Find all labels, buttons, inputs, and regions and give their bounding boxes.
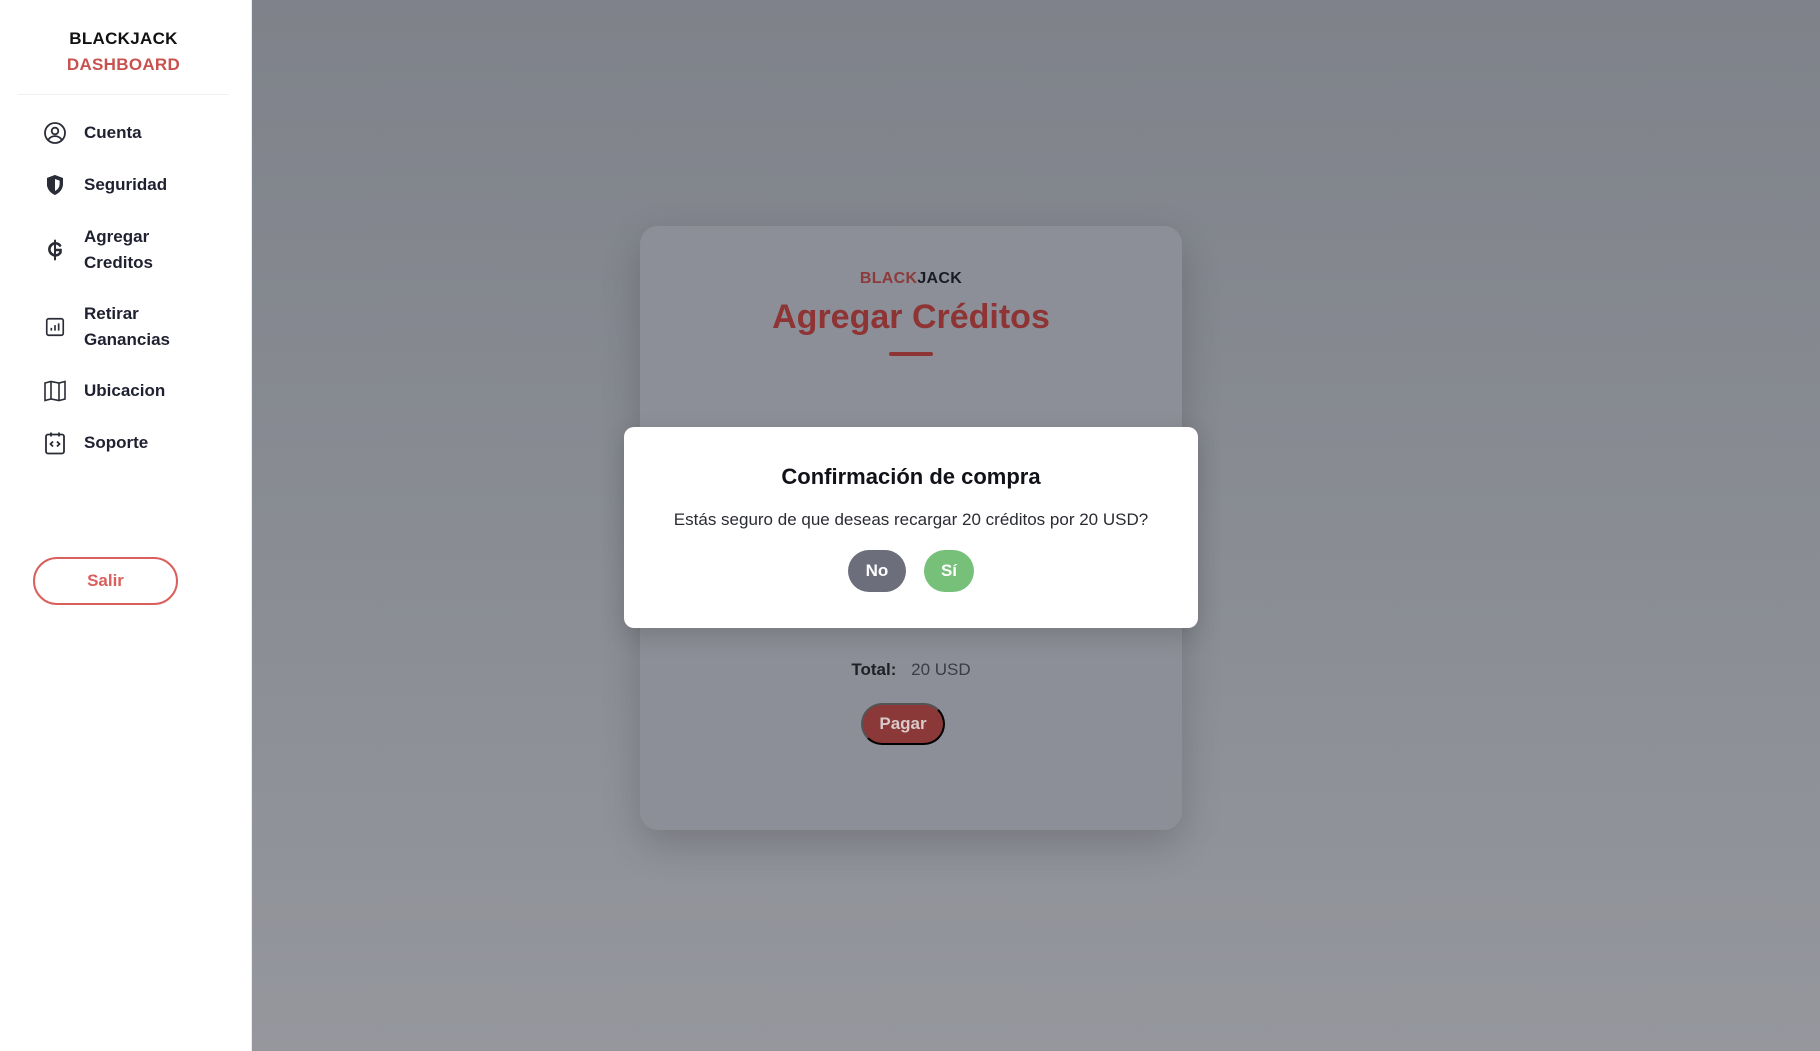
sidebar-item-label: Agregar Creditos: [84, 226, 153, 272]
sidebar-item-label: Soporte: [84, 433, 149, 452]
card-brand-red: BLACK: [859, 270, 918, 287]
confirm-button[interactable]: Sí: [924, 550, 974, 592]
confirm-purchase-dialog: Confirmación de compra Estás seguro de q…: [624, 427, 1198, 628]
sidebar-nav: Cuenta Seguridad Agregar Creditos Retira…: [0, 107, 251, 469]
user-circle-icon: [42, 120, 68, 146]
dialog-title: Confirmación de compra: [781, 464, 1041, 489]
dialog-message: Estás seguro de que deseas recargar 20 c…: [673, 510, 1149, 529]
map-icon: [42, 378, 68, 404]
total-row: Total: 20 USD: [640, 660, 1182, 680]
currency-icon: [42, 237, 68, 263]
sidebar-item-soporte[interactable]: Soporte: [0, 417, 251, 469]
sidebar-item-label: Ubicacion: [84, 381, 166, 400]
dialog-actions: No Sí: [624, 550, 1198, 592]
sidebar-item-label: Retirar Ganancias: [84, 303, 170, 349]
total-value: 20 USD: [911, 660, 971, 679]
card-brand-dark: JACK: [917, 270, 963, 287]
sidebar-brand: BLACKJACK DASHBOARD: [18, 0, 229, 95]
pay-button[interactable]: Pagar: [861, 703, 945, 745]
chart-icon: [42, 314, 68, 340]
brand-title: BLACKJACK: [69, 29, 178, 48]
total-label: Total:: [851, 660, 897, 679]
sidebar-item-retirar-ganancias[interactable]: Retirar Ganancias: [0, 288, 251, 365]
sidebar-item-ubicacion[interactable]: Ubicacion: [0, 365, 251, 417]
sidebar-item-agregar-creditos[interactable]: Agregar Creditos: [0, 211, 251, 288]
sidebar-item-seguridad[interactable]: Seguridad: [0, 159, 251, 211]
sidebar-item-cuenta[interactable]: Cuenta: [0, 107, 251, 159]
page-title: Agregar Créditos: [772, 298, 1050, 336]
sidebar-item-label: Cuenta: [84, 123, 142, 142]
title-underline: [889, 352, 933, 356]
cancel-button[interactable]: No: [848, 550, 906, 592]
sidebar: BLACKJACK DASHBOARD Cuenta Seguridad Agr…: [0, 0, 252, 1051]
sidebar-item-label: Seguridad: [84, 175, 168, 194]
brand-subtitle: DASHBOARD: [66, 55, 181, 74]
card-brand: BLACKJACK: [640, 270, 1182, 288]
code-clipboard-icon: [42, 430, 68, 456]
shield-icon: [42, 172, 68, 198]
logout-button[interactable]: Salir: [33, 557, 178, 605]
